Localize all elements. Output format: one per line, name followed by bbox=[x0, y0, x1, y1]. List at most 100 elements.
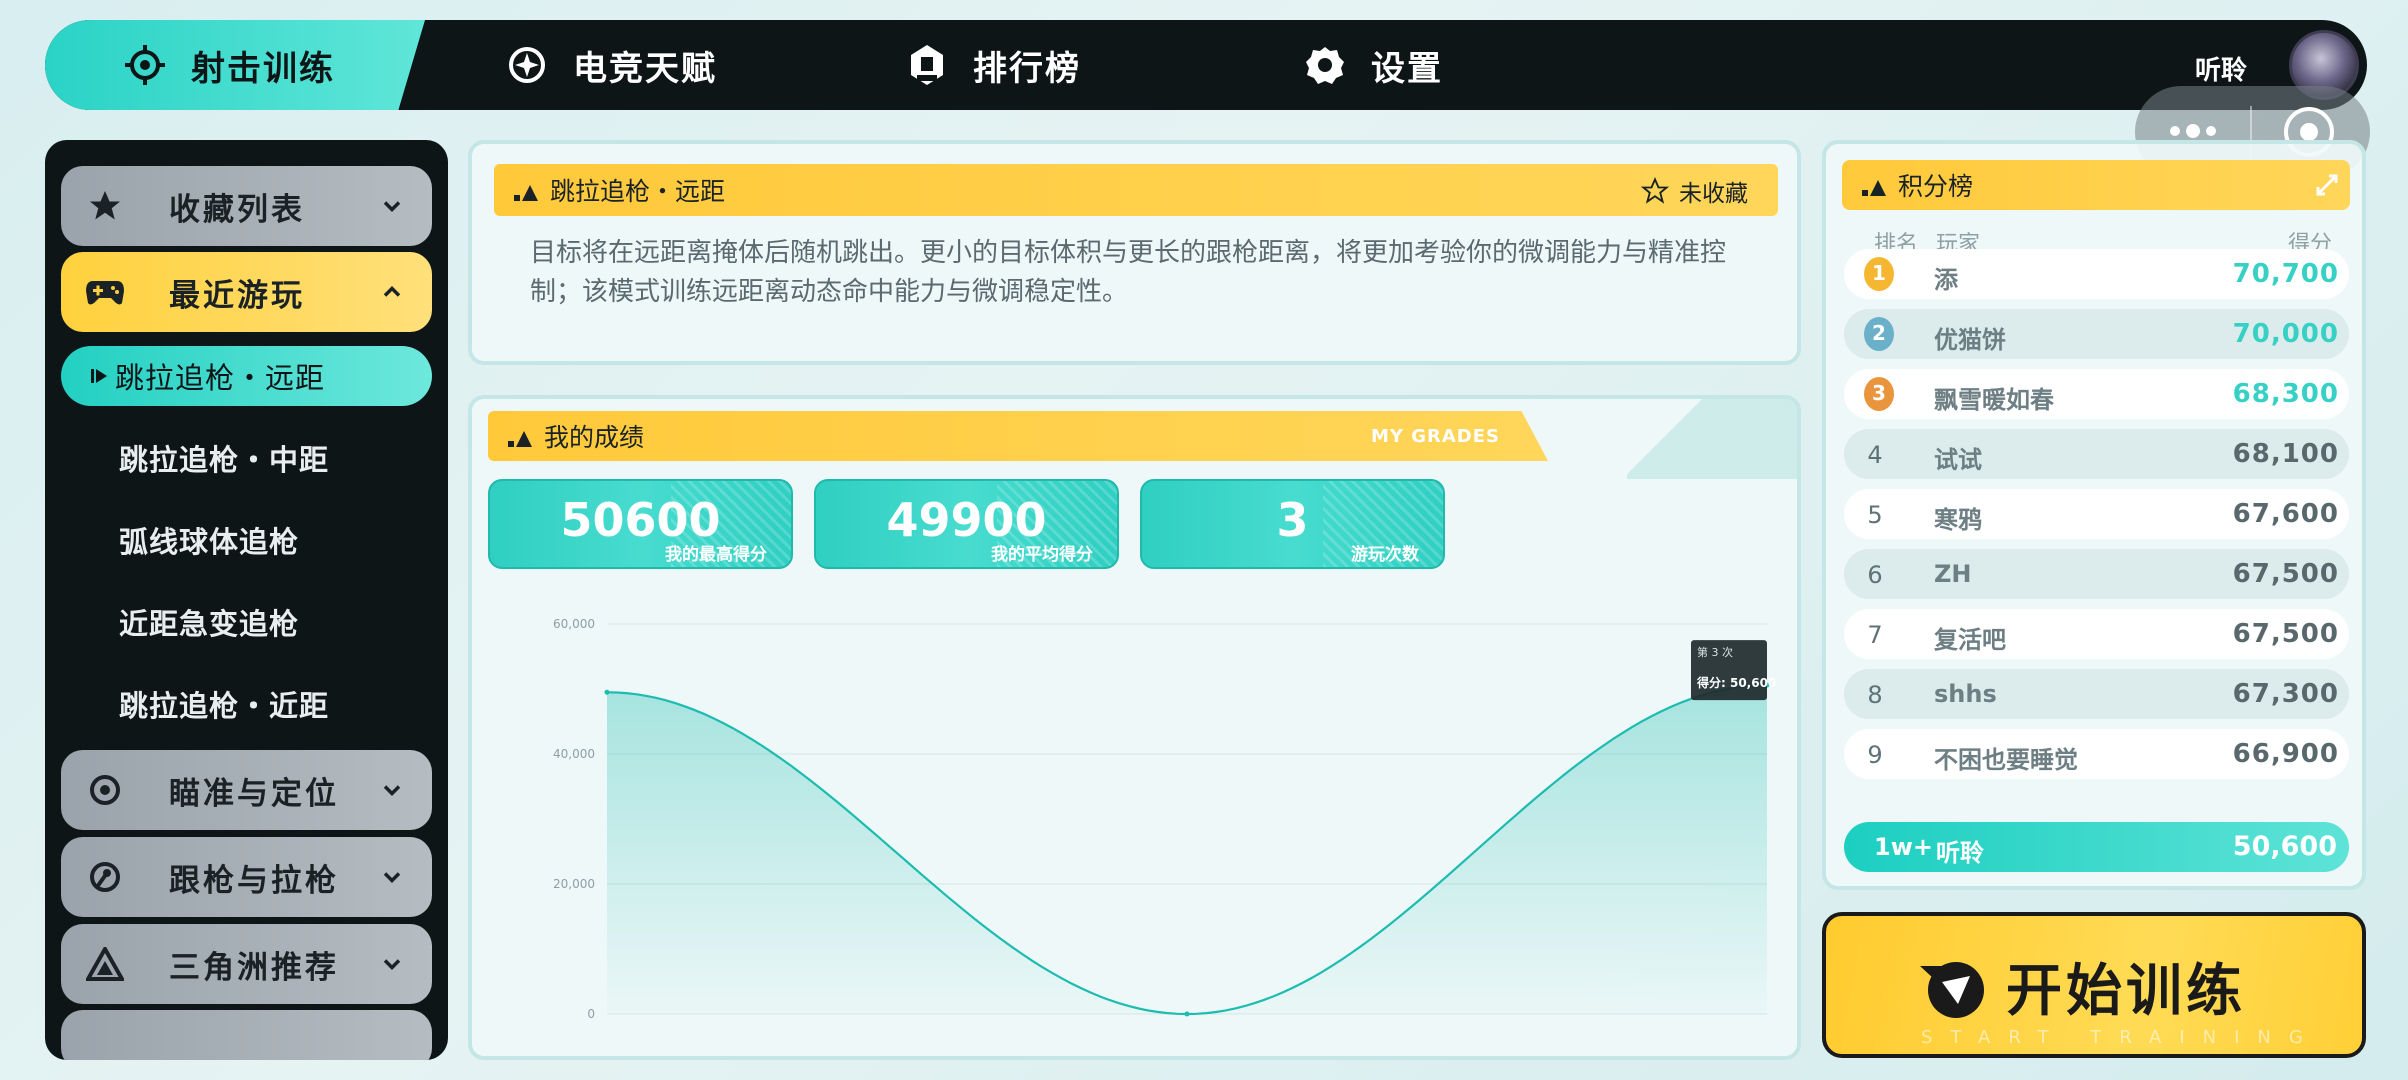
sidebar-category-aim[interactable]: 瞄准与定位 bbox=[61, 750, 432, 830]
top-navigation: 射击训练 电竞天赋 排行榜 设置 听聆 bbox=[45, 20, 2367, 110]
mountain-icon bbox=[1862, 180, 1886, 196]
category-label: 瞄准与定位 bbox=[169, 775, 339, 812]
start-logo-icon bbox=[1920, 962, 1984, 1018]
star-icon bbox=[85, 186, 125, 226]
score-history-chart[interactable]: 0 20,000 40,000 60,000 第 3 次得分: 50,600 bbox=[472, 604, 1797, 1049]
data-point bbox=[1184, 1011, 1190, 1017]
y-tick-label: 20,000 bbox=[553, 877, 595, 891]
leaderboard-row[interactable]: 3 飘雪暖如春 68,300 bbox=[1844, 369, 2349, 419]
chevron-down-icon bbox=[383, 785, 401, 796]
leaderboard-row[interactable]: 5 寒鸦 67,600 bbox=[1844, 489, 2349, 539]
crosshair-icon bbox=[123, 43, 167, 87]
y-tick-label: 0 bbox=[587, 1007, 595, 1021]
player-name: 飘雪暖如春 bbox=[1934, 386, 2054, 414]
player-name: shhs bbox=[1934, 680, 1997, 708]
grades-panel: 我的成绩 MY GRADES 50600 我的最高得分 49900 我的平均得分… bbox=[468, 395, 1801, 1060]
tab-shooting-training[interactable]: 射击训练 bbox=[45, 20, 425, 110]
sidebar-item-active[interactable]: 跳拉追枪・远距 bbox=[61, 346, 432, 406]
sidebar-category-more[interactable] bbox=[61, 1010, 432, 1060]
player-score: 67,300 bbox=[2232, 679, 2339, 709]
rank-number: 8 bbox=[1867, 681, 1883, 709]
tab-label: 射击训练 bbox=[191, 48, 335, 89]
grades-title-bar: 我的成绩 MY GRADES bbox=[488, 411, 1548, 461]
player-score: 68,100 bbox=[2232, 439, 2339, 469]
more-icon[interactable] bbox=[2135, 124, 2250, 138]
chevron-down-icon bbox=[383, 201, 401, 212]
item-label: 跳拉追枪・近距 bbox=[119, 689, 330, 723]
tab-esports-talent[interactable]: 电竞天赋 bbox=[505, 20, 717, 110]
player-score: 67,500 bbox=[2232, 619, 2339, 649]
compass-icon bbox=[505, 43, 549, 87]
tab-leaderboard[interactable]: 排行榜 bbox=[905, 20, 1081, 110]
favorite-label: 未收藏 bbox=[1679, 181, 1748, 207]
start-training-button[interactable]: 开始训练 START TRAINING bbox=[1822, 912, 2366, 1058]
play-icon bbox=[91, 369, 107, 383]
sidebar-category-recent[interactable]: 最近游玩 bbox=[61, 252, 432, 332]
player-score: 67,600 bbox=[2232, 499, 2339, 529]
my-name: 听聆 bbox=[1936, 839, 1984, 867]
username[interactable]: 听聆 bbox=[2195, 50, 2247, 87]
chevron-up-icon bbox=[383, 286, 401, 297]
item-label: 跳拉追枪・远距 bbox=[115, 361, 326, 395]
category-label: 最近游玩 bbox=[169, 277, 305, 314]
player-score: 66,900 bbox=[2232, 739, 2339, 769]
rank-number: 4 bbox=[1867, 441, 1883, 469]
category-label: 收藏列表 bbox=[169, 191, 305, 228]
leaderboard-row[interactable]: 1 添 70,700 bbox=[1844, 249, 2349, 299]
player-name: 寒鸦 bbox=[1934, 506, 1982, 534]
favorite-button[interactable]: 未收藏 bbox=[1641, 174, 1748, 208]
mountain-icon bbox=[508, 431, 532, 447]
player-name: 优猫饼 bbox=[1934, 326, 2006, 354]
mode-title: 跳拉追枪・远距 bbox=[550, 177, 726, 206]
stat-play-count: 3 游玩次数 bbox=[1140, 479, 1445, 569]
aim-icon bbox=[85, 770, 125, 810]
player-name: ZH bbox=[1934, 560, 1972, 588]
my-rank-row: 1w+ 听聆 50,600 bbox=[1844, 822, 2349, 872]
data-point bbox=[604, 689, 610, 695]
stat-label: 游玩次数 bbox=[1351, 545, 1419, 565]
rank-number: 6 bbox=[1867, 561, 1883, 589]
sidebar-item[interactable]: 跳拉追枪・近距 bbox=[119, 674, 329, 734]
tab-label: 设置 bbox=[1371, 48, 1443, 89]
tab-label: 电竞天赋 bbox=[573, 48, 717, 89]
stat-value: 3 bbox=[1276, 493, 1309, 547]
leaderboard-title-bar: 积分榜 bbox=[1842, 160, 2350, 210]
leaderboard-row[interactable]: 7 复活吧 67,500 bbox=[1844, 609, 2349, 659]
leaderboard-row[interactable]: 6 ZH 67,500 bbox=[1844, 549, 2349, 599]
y-tick-label: 60,000 bbox=[553, 617, 595, 631]
rank-number: 5 bbox=[1867, 501, 1883, 529]
stat-label: 我的平均得分 bbox=[991, 545, 1093, 565]
leaderboard-row[interactable]: 4 试试 68,100 bbox=[1844, 429, 2349, 479]
star-outline-icon bbox=[1641, 177, 1669, 204]
leaderboard-row[interactable]: 2 优猫饼 70,000 bbox=[1844, 309, 2349, 359]
score-area bbox=[607, 685, 1767, 1014]
mode-title-bar: 跳拉追枪・远距 未收藏 bbox=[494, 164, 1778, 216]
sidebar-category-tracking[interactable]: 跟枪与拉枪 bbox=[61, 837, 432, 917]
category-label: 三角洲推荐 bbox=[169, 949, 339, 986]
gear-icon bbox=[1303, 43, 1347, 87]
sidebar-item[interactable]: 弧线球体追枪 bbox=[119, 510, 299, 570]
player-name: 添 bbox=[1934, 266, 1958, 294]
category-label: 跟枪与拉枪 bbox=[169, 862, 339, 899]
player-score: 68,300 bbox=[2232, 379, 2339, 409]
sidebar: 收藏列表 最近游玩 跳拉追枪・远距 跳拉追枪・中距 弧线球体追枪 近距急变追枪 … bbox=[45, 140, 448, 1060]
sidebar-category-favorites[interactable]: 收藏列表 bbox=[61, 166, 432, 246]
expand-icon[interactable] bbox=[2316, 174, 2338, 196]
start-label-en: START TRAINING bbox=[1921, 1027, 2321, 1048]
sidebar-item[interactable]: 近距急变追枪 bbox=[119, 592, 299, 652]
my-score: 50,600 bbox=[2232, 831, 2337, 862]
tooltip-title: 第 3 次 bbox=[1697, 645, 1733, 659]
leaderboard-row[interactable]: 8 shhs 67,300 bbox=[1844, 669, 2349, 719]
leaderboard-row[interactable]: 9 不困也要睡觉 66,900 bbox=[1844, 729, 2349, 779]
stat-best-score: 50600 我的最高得分 bbox=[488, 479, 793, 569]
medal-icon: 1 bbox=[1864, 257, 1894, 291]
leaderboard-panel: 积分榜 排名 玩家 得分 1 添 70,700 2 优猫饼 70,000 3 飘雪暖如春 68,… bbox=[1822, 140, 2366, 890]
sidebar-category-delta[interactable]: 三角洲推荐 bbox=[61, 924, 432, 1004]
start-label: 开始训练 bbox=[2006, 959, 2246, 1024]
sidebar-item[interactable]: 跳拉追枪・中距 bbox=[119, 428, 329, 488]
track-icon bbox=[85, 857, 125, 897]
tab-settings[interactable]: 设置 bbox=[1303, 20, 1443, 110]
gamepad-icon bbox=[85, 272, 125, 312]
item-label: 跳拉追枪・中距 bbox=[119, 443, 330, 477]
medal-icon: 2 bbox=[1864, 317, 1894, 351]
